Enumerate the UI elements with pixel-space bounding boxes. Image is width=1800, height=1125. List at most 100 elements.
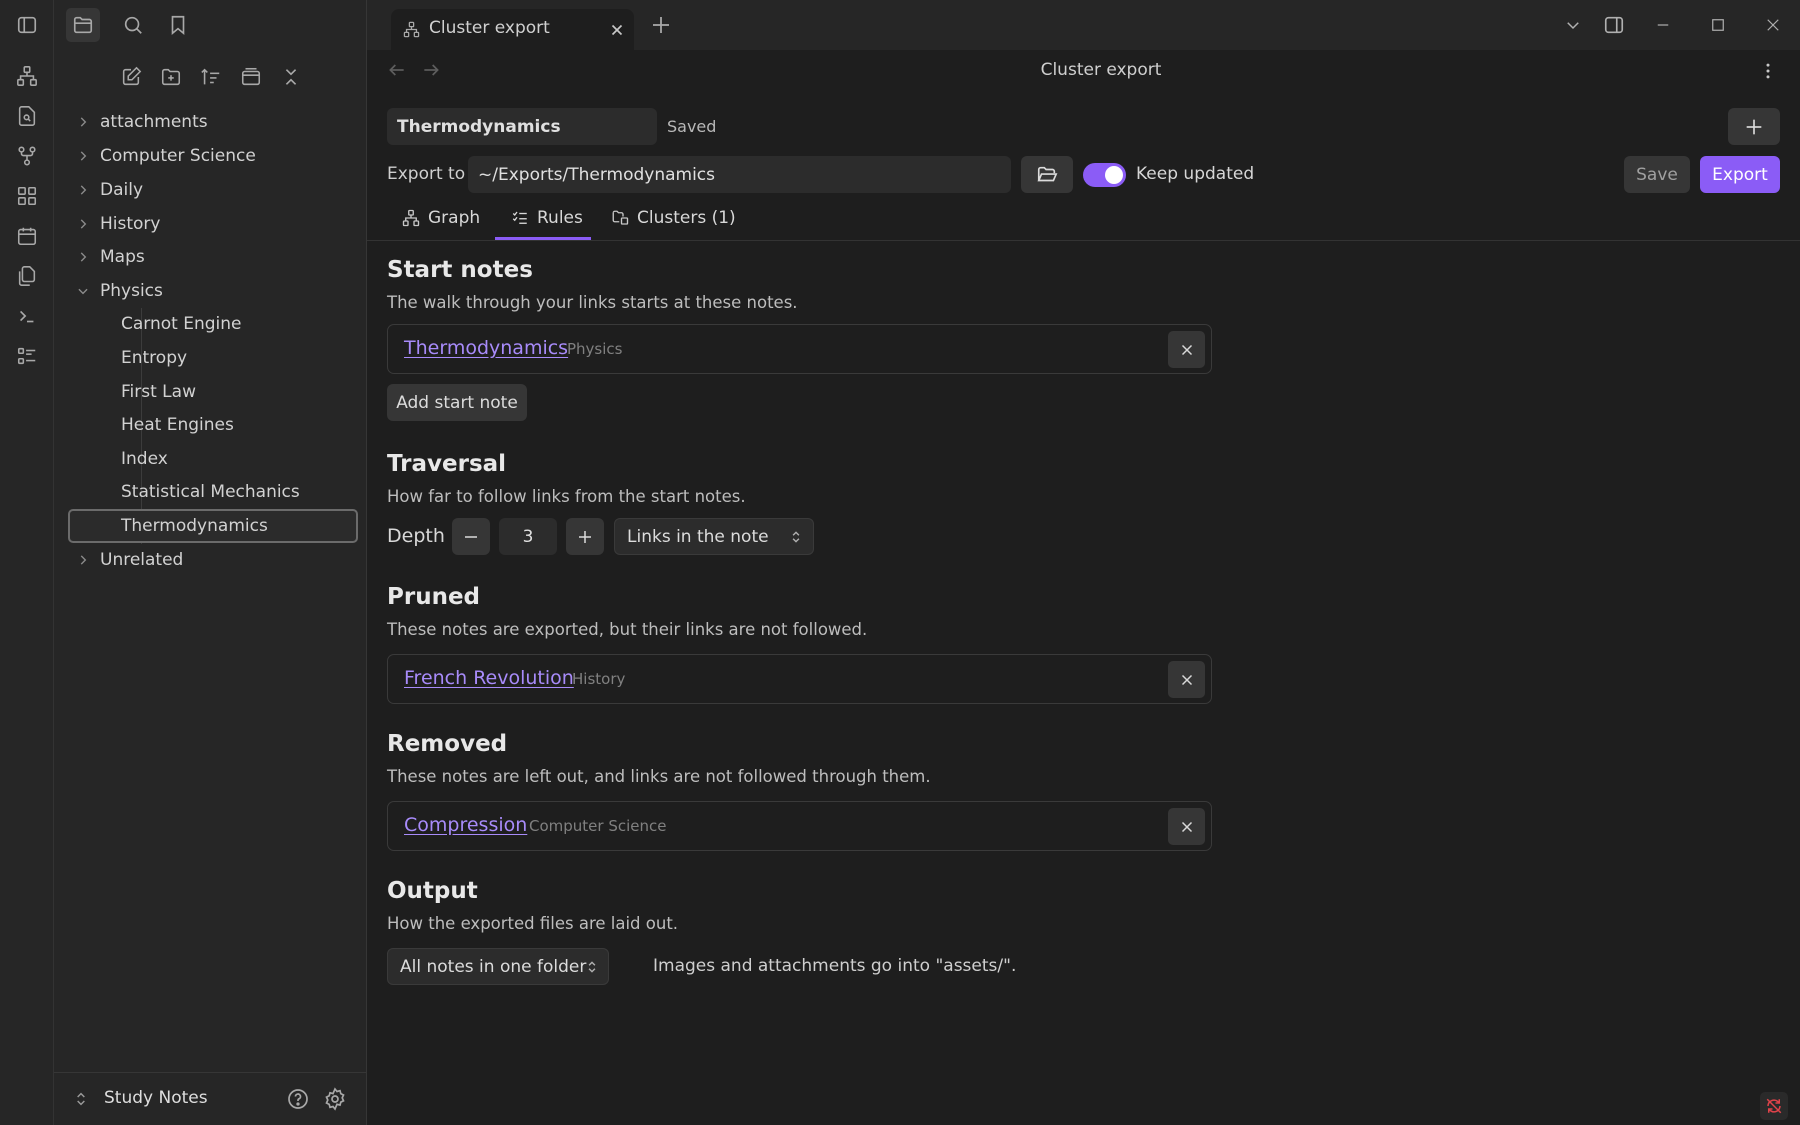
link-mode-value: Links in the note bbox=[627, 526, 769, 547]
graph-view-icon[interactable] bbox=[12, 61, 42, 91]
search-file-icon[interactable] bbox=[12, 101, 42, 131]
sync-status-icon[interactable] bbox=[1760, 1092, 1788, 1120]
remove-removed-note-button[interactable] bbox=[1168, 808, 1205, 845]
chevron-up-down-icon bbox=[588, 961, 596, 973]
export-name-value: Thermodynamics bbox=[397, 116, 561, 137]
tree-file-heat-engines[interactable]: Heat Engines bbox=[66, 409, 358, 441]
tree-file-thermodynamics[interactable]: Thermodynamics bbox=[68, 509, 358, 543]
tree-file-carnot-engine[interactable]: Carnot Engine bbox=[66, 308, 358, 340]
tree-folder-daily[interactable]: Daily bbox=[66, 174, 358, 206]
search-icon[interactable] bbox=[116, 8, 150, 42]
more-options-icon[interactable] bbox=[1758, 60, 1778, 82]
tree-file-entropy[interactable]: Entropy bbox=[66, 342, 358, 374]
start-note-card: Thermodynamics Physics bbox=[387, 324, 1212, 374]
close-window-icon[interactable] bbox=[1758, 10, 1788, 40]
folder-open-icon bbox=[1037, 166, 1058, 181]
tree-label: attachments bbox=[100, 112, 208, 132]
new-tab-plus-icon[interactable] bbox=[649, 13, 673, 37]
vault-switcher[interactable]: Study Notes bbox=[54, 1072, 367, 1125]
output-layout-select[interactable]: All notes in one folder bbox=[387, 948, 609, 985]
add-start-note-label: Add start note bbox=[396, 392, 518, 413]
tree-label: Statistical Mechanics bbox=[121, 482, 300, 502]
sort-icon[interactable] bbox=[194, 60, 228, 94]
list-checks-icon bbox=[512, 211, 527, 224]
graph-icon bbox=[402, 209, 420, 227]
browse-folder-button[interactable] bbox=[1021, 156, 1073, 193]
tree-file-index[interactable]: Index bbox=[66, 443, 358, 475]
depth-decrement-button[interactable] bbox=[452, 518, 490, 555]
toggle-right-sidebar-icon[interactable] bbox=[1599, 10, 1629, 40]
depth-input[interactable]: 3 bbox=[499, 518, 557, 555]
file-explorer-sidebar: attachments Computer Science Daily Histo… bbox=[54, 0, 367, 1125]
start-note-link[interactable]: Thermodynamics bbox=[404, 337, 568, 359]
dashboard-icon[interactable] bbox=[12, 181, 42, 211]
start-notes-heading: Start notes bbox=[387, 257, 533, 283]
add-start-note-button[interactable]: Add start note bbox=[387, 384, 527, 421]
chevron-right-icon bbox=[80, 219, 87, 229]
settings-gear-icon[interactable] bbox=[323, 1087, 347, 1111]
toggle-sidebar-icon[interactable] bbox=[12, 10, 42, 40]
tree-label: Computer Science bbox=[100, 146, 256, 166]
tree-folder-physics[interactable]: Physics bbox=[66, 275, 358, 307]
pruned-note-link[interactable]: French Revolution bbox=[404, 667, 574, 689]
new-folder-icon[interactable] bbox=[154, 60, 188, 94]
maximize-icon[interactable] bbox=[1703, 10, 1733, 40]
export-button[interactable]: Export bbox=[1700, 156, 1780, 193]
tab-cluster-export[interactable]: Cluster export bbox=[391, 9, 634, 50]
terminal-icon[interactable] bbox=[12, 301, 42, 331]
keep-updated-toggle[interactable] bbox=[1083, 163, 1126, 187]
removed-note-folder: Computer Science bbox=[529, 817, 667, 835]
link-mode-select[interactable]: Links in the note bbox=[614, 518, 814, 555]
folder-icon[interactable] bbox=[66, 8, 100, 42]
list-checks-icon[interactable] bbox=[12, 341, 42, 371]
tree-folder-maps[interactable]: Maps bbox=[66, 241, 358, 273]
tab-clusters[interactable]: Clusters (1) bbox=[611, 208, 736, 228]
close-icon bbox=[1181, 344, 1192, 355]
tree-folder-attachments[interactable]: attachments bbox=[66, 106, 358, 138]
collapse-all-icon[interactable] bbox=[274, 60, 308, 94]
output-description: How the exported files are laid out. bbox=[387, 914, 679, 933]
chevron-up-down-icon bbox=[792, 531, 800, 543]
tree-label: Thermodynamics bbox=[121, 516, 268, 536]
vault-name: Study Notes bbox=[104, 1088, 208, 1108]
chevron-right-icon bbox=[80, 185, 87, 195]
bookmark-icon[interactable] bbox=[161, 8, 195, 42]
tree-label: Entropy bbox=[121, 348, 188, 368]
start-note-folder: Physics bbox=[567, 340, 623, 358]
add-export-button[interactable] bbox=[1728, 108, 1780, 145]
close-icon bbox=[1181, 821, 1192, 832]
calendar-icon[interactable] bbox=[12, 221, 42, 251]
pruned-note-folder: History bbox=[572, 670, 626, 688]
auto-reveal-icon[interactable] bbox=[234, 60, 268, 94]
plus-icon bbox=[579, 530, 591, 543]
removed-note-link[interactable]: Compression bbox=[404, 814, 527, 836]
export-path-value: ~/Exports/Thermodynamics bbox=[478, 164, 716, 185]
help-icon[interactable] bbox=[286, 1087, 310, 1111]
tree-file-first-law[interactable]: First Law bbox=[66, 376, 358, 408]
tab-rules[interactable]: Rules bbox=[511, 208, 583, 228]
export-name-input[interactable]: Thermodynamics bbox=[387, 108, 657, 145]
tree-file-statistical-mechanics[interactable]: Statistical Mechanics bbox=[66, 476, 358, 508]
tree-label: Carnot Engine bbox=[121, 314, 242, 334]
tab-list-chevron-down-icon[interactable] bbox=[1558, 10, 1588, 40]
keep-updated-label: Keep updated bbox=[1136, 164, 1255, 184]
tab-close-icon[interactable] bbox=[608, 21, 626, 39]
git-fork-icon[interactable] bbox=[12, 141, 42, 171]
depth-value: 3 bbox=[522, 526, 534, 547]
tree-folder-unrelated[interactable]: Unrelated bbox=[66, 544, 358, 576]
tree-folder-history[interactable]: History bbox=[66, 208, 358, 240]
output-assets-note: Images and attachments go into "assets/"… bbox=[653, 956, 1017, 976]
removed-heading: Removed bbox=[387, 731, 508, 757]
tree-label: Physics bbox=[100, 281, 163, 301]
minimize-icon[interactable] bbox=[1648, 10, 1678, 40]
new-note-icon[interactable] bbox=[114, 60, 148, 94]
chevron-right-icon bbox=[80, 555, 87, 565]
save-button[interactable]: Save bbox=[1624, 156, 1690, 193]
tab-graph[interactable]: Graph bbox=[402, 208, 480, 228]
export-path-input[interactable]: ~/Exports/Thermodynamics bbox=[468, 156, 1011, 193]
remove-start-note-button[interactable] bbox=[1168, 331, 1205, 368]
remove-pruned-note-button[interactable] bbox=[1168, 661, 1205, 698]
depth-increment-button[interactable] bbox=[566, 518, 604, 555]
tree-folder-computer-science[interactable]: Computer Science bbox=[66, 140, 358, 172]
copy-files-icon[interactable] bbox=[12, 261, 42, 291]
